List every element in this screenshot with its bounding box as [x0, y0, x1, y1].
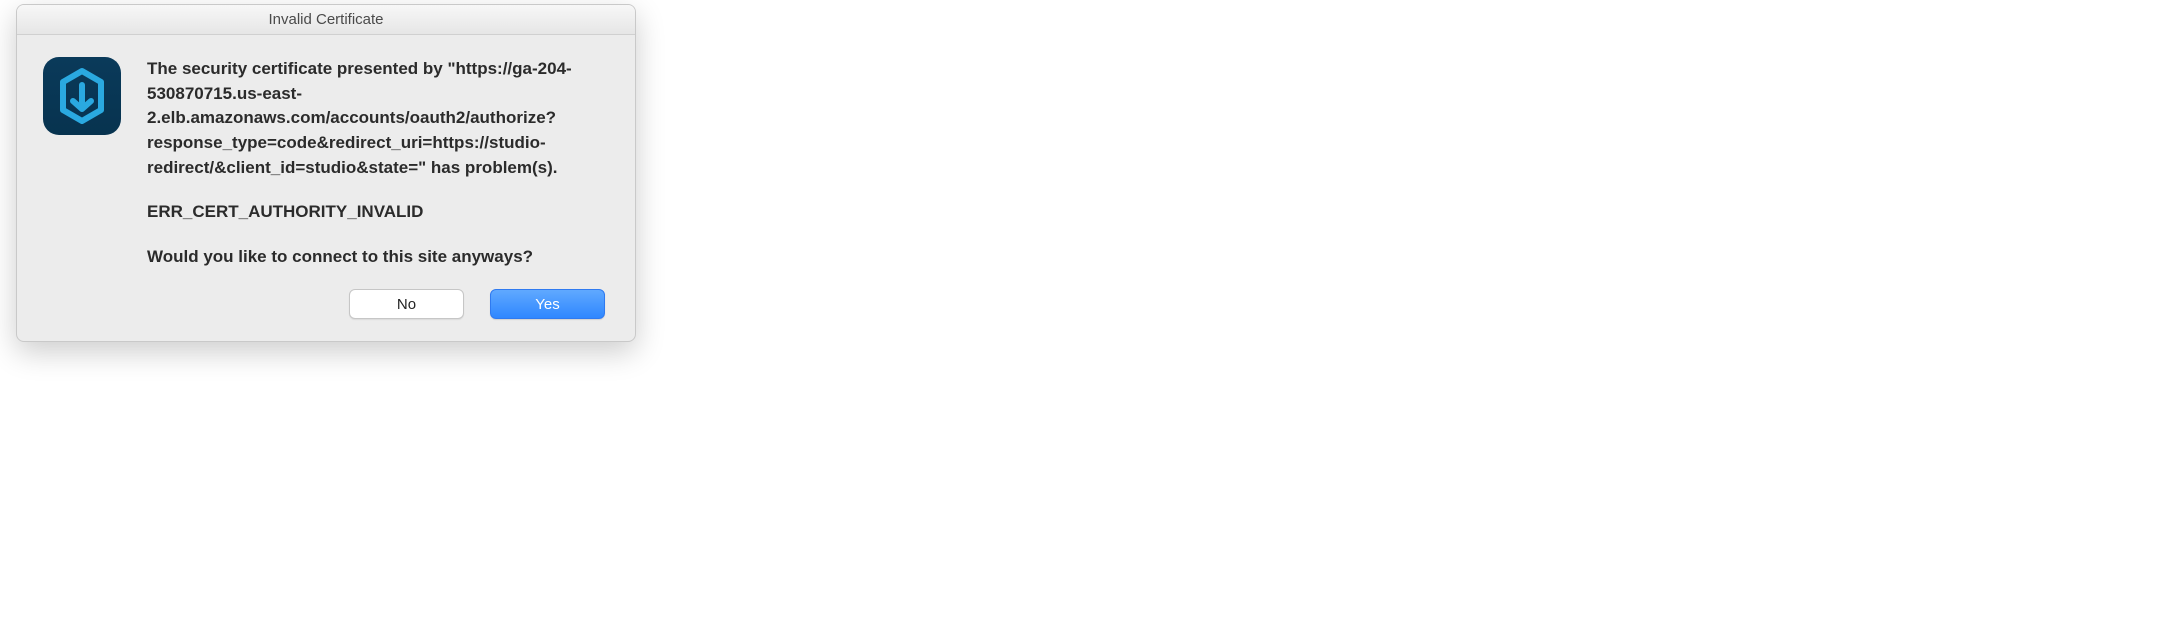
dialog-title: Invalid Certificate: [17, 5, 635, 35]
certificate-message: The security certificate presented by "h…: [147, 57, 609, 180]
error-code: ERR_CERT_AUTHORITY_INVALID: [147, 200, 609, 225]
button-row: No Yes: [147, 289, 609, 319]
app-icon: [43, 57, 121, 135]
dialog-content: The security certificate presented by "h…: [147, 57, 609, 319]
dialog-body: The security certificate presented by "h…: [17, 35, 635, 341]
confirm-question: Would you like to connect to this site a…: [147, 245, 609, 270]
invalid-certificate-dialog: Invalid Certificate The security certifi…: [16, 4, 636, 342]
no-button[interactable]: No: [349, 289, 464, 319]
yes-button[interactable]: Yes: [490, 289, 605, 319]
